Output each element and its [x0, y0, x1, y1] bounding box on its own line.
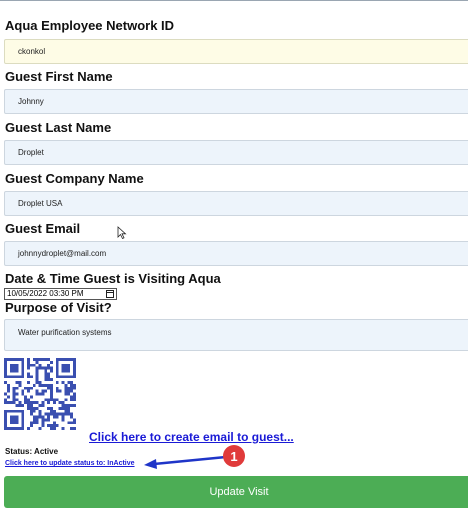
top-border	[0, 0, 468, 1]
email-field[interactable]: johnnydroplet@mail.com	[4, 241, 468, 266]
visit-datetime-value: 10/05/2022 03:30 PM	[7, 289, 84, 298]
purpose-label: Purpose of Visit?	[5, 300, 112, 315]
qr-code-icon	[4, 358, 76, 430]
update-visit-button[interactable]: Update Visit	[4, 476, 468, 508]
annotation-arrow-line	[153, 455, 227, 466]
create-email-link[interactable]: Click here to create email to guest...	[89, 430, 294, 444]
visit-datetime-label: Date & Time Guest is Visiting Aqua	[5, 271, 221, 286]
visit-datetime-input[interactable]: 10/05/2022 03:30 PM	[4, 288, 117, 300]
mouse-pointer-icon	[117, 226, 127, 240]
first-name-field[interactable]: Johnny	[4, 89, 468, 114]
company-field[interactable]: Droplet USA	[4, 191, 468, 216]
annotation-marker	[223, 445, 245, 467]
update-status-link[interactable]: Click here to update status to: InActive	[5, 460, 135, 467]
purpose-field[interactable]: Water purification systems	[4, 319, 468, 351]
annotation-number: 1	[230, 449, 237, 464]
company-label: Guest Company Name	[5, 171, 144, 186]
last-name-label: Guest Last Name	[5, 120, 112, 135]
network-id-field[interactable]: ckonkol	[4, 39, 468, 64]
annotation-arrowhead	[144, 459, 157, 469]
email-label: Guest Email	[5, 221, 81, 236]
calendar-icon[interactable]	[106, 290, 114, 298]
network-id-label: Aqua Employee Network ID	[5, 18, 175, 33]
status-text: Status: Active	[5, 447, 59, 456]
last-name-field[interactable]: Droplet	[4, 140, 468, 165]
first-name-label: Guest First Name	[5, 69, 113, 84]
